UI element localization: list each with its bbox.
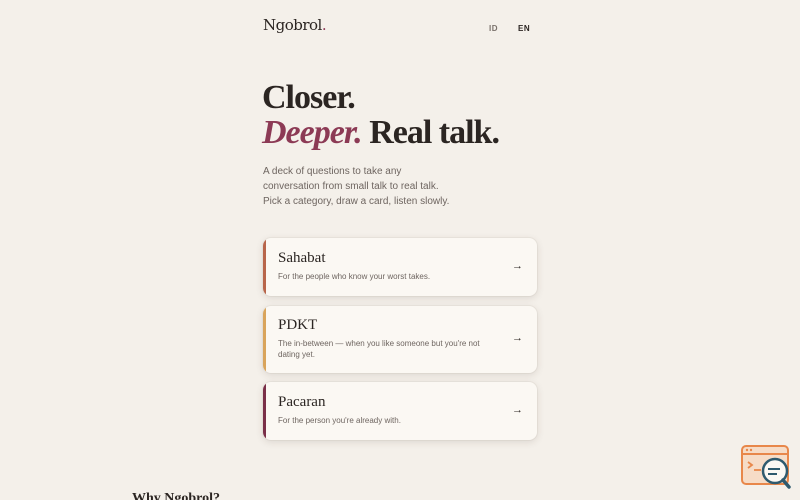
hero-title-rest: Real talk. xyxy=(361,114,500,151)
hero-subtitle: A deck of questions to take any conversa… xyxy=(263,164,463,209)
category-description: For the people who know your worst takes… xyxy=(278,272,431,281)
hero-title-line2: Deeper. Real talk. xyxy=(262,114,500,151)
category-color-bar xyxy=(263,382,266,440)
arrow-right-icon: → xyxy=(512,404,523,416)
category-description: For the person you're already with. xyxy=(278,416,401,425)
hero-title-accent: Deeper. xyxy=(262,114,363,151)
hero-title-line1: Closer. xyxy=(262,79,356,116)
lang-en-button[interactable]: EN xyxy=(518,24,530,33)
hero-subtitle-line1: A deck of questions to take any xyxy=(263,166,402,177)
category-card-sahabat[interactable]: Sahabat For the people who know your wor… xyxy=(263,238,537,296)
logo-text: Ngobrol xyxy=(263,16,322,34)
category-card-pacaran[interactable]: Pacaran For the person you're already wi… xyxy=(263,382,537,440)
category-color-bar xyxy=(263,306,266,373)
category-description: The in-between — when you like someone b… xyxy=(278,339,480,359)
hero-subtitle-line3: Pick a category, draw a card, listen slo… xyxy=(263,196,450,207)
category-title: Sahabat xyxy=(278,250,326,266)
logo-dot: . xyxy=(321,16,327,34)
category-title: Pacaran xyxy=(278,394,326,410)
why-section-title: Why Ngobrol? xyxy=(132,491,221,500)
arrow-right-icon: → xyxy=(512,332,523,344)
top-bar: Ngobrol. ID EN xyxy=(263,16,537,40)
category-title: PDKT xyxy=(278,317,318,333)
category-color-bar xyxy=(263,238,266,296)
code-search-icon[interactable] xyxy=(741,445,791,491)
hero-subtitle-line2: conversation from small talk to real tal… xyxy=(263,181,439,192)
category-card-pdkt[interactable]: PDKT The in-between — when you like some… xyxy=(263,306,537,373)
hero-title: Closer. Deeper. Real talk. xyxy=(262,79,500,151)
arrow-right-icon: → xyxy=(512,260,523,272)
logo[interactable]: Ngobrol. xyxy=(263,16,327,34)
lang-id-button[interactable]: ID xyxy=(489,24,498,33)
